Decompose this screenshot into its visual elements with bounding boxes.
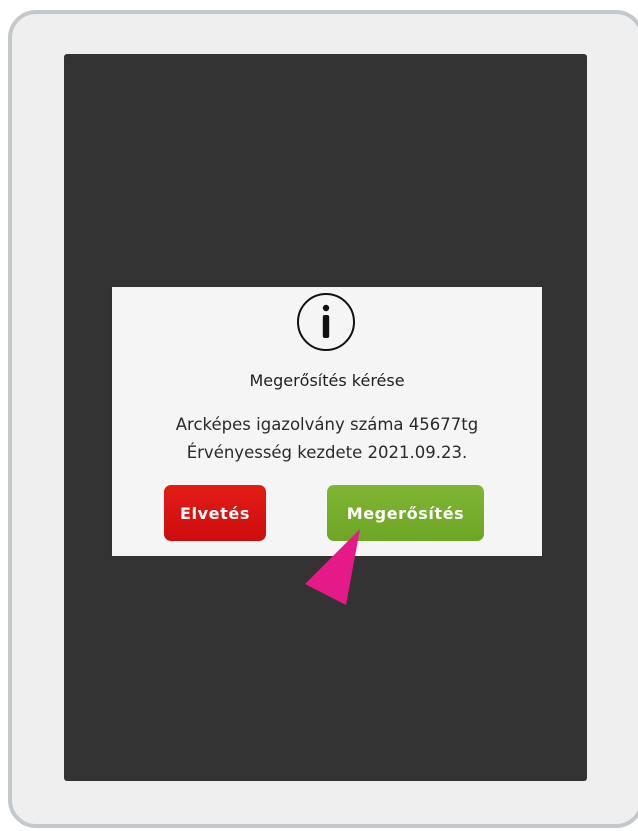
confirmation-dialog: Megerősítés kérése Arcképes igazolvány s… bbox=[112, 287, 542, 556]
id-number-text: Arcképes igazolvány száma 45677tg bbox=[175, 415, 479, 434]
validity-date-text: Érvényesség kezdete 2021.09.23. bbox=[186, 443, 468, 462]
cancel-button[interactable]: Elvetés bbox=[164, 485, 266, 541]
info-icon bbox=[297, 293, 355, 351]
confirm-button[interactable]: Megerősítés bbox=[327, 485, 484, 541]
dialog-title: Megerősítés kérése bbox=[249, 371, 405, 390]
